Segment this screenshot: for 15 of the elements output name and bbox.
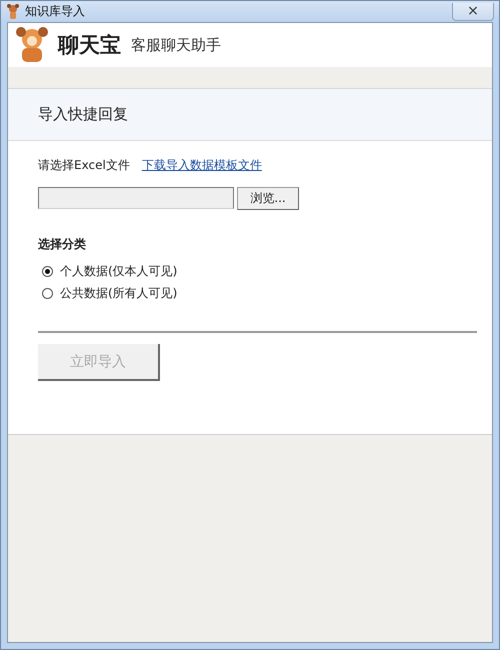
radio-button[interactable] (42, 266, 53, 276)
template-download-link[interactable]: 下载导入数据模板文件 (142, 156, 262, 174)
file-path-field[interactable] (38, 187, 234, 209)
radio-label[interactable]: 公共数据(所有人可见) (60, 284, 178, 302)
logo-subtitle: 客服聊天助手 (131, 36, 221, 54)
mascot-icon (6, 4, 20, 20)
file-label: 请选择Excel文件 (38, 156, 130, 174)
radio-label[interactable]: 个人数据(仅本人可见) (60, 262, 178, 280)
radio-button[interactable] (42, 288, 53, 298)
window-title: 知识库导入 (25, 3, 85, 20)
close-button[interactable]: × (452, 2, 494, 20)
category-label: 选择分类 (38, 236, 87, 253)
logo-text: 聊天宝 (58, 32, 121, 59)
section-title: 导入快捷回复 (8, 89, 492, 141)
browse-button[interactable]: 浏览... (237, 187, 299, 210)
